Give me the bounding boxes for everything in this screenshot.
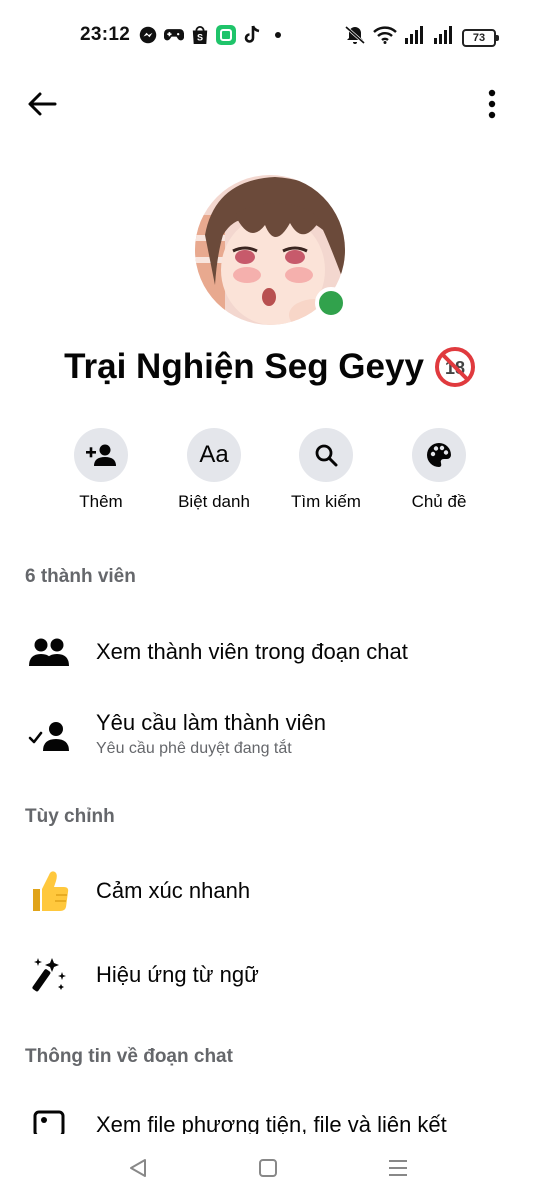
triangle-back-icon: [130, 1159, 146, 1177]
wifi-icon: [373, 26, 397, 49]
no-under-18-icon: 18: [434, 346, 476, 388]
menu-recents-icon: [389, 1160, 407, 1176]
section-title-customize: Tùy chỉnh: [25, 806, 115, 827]
more-vertical-icon: [488, 89, 496, 119]
person-check-icon: [26, 713, 72, 759]
group-name-row: Trại Nghiện Seg Geyy 18: [0, 346, 540, 388]
theme-button[interactable]: Chủ đề: [379, 428, 499, 512]
image-icon: [26, 1108, 72, 1134]
action-label: Biệt danh: [178, 492, 250, 511]
view-members-row[interactable]: Xem thành viên trong đoạn chat: [0, 626, 540, 678]
add-person-icon: [86, 444, 116, 466]
shopee-icon: S: [190, 25, 210, 45]
messenger-icon: [138, 25, 158, 45]
signal-icon: [404, 26, 426, 49]
group-avatar-container[interactable]: [195, 175, 347, 325]
member-requests-row[interactable]: Yêu cầu làm thành viên Yêu cầu phê duyệt…: [0, 706, 540, 766]
battery-icon: 73: [462, 28, 499, 47]
online-status-dot: [315, 287, 347, 319]
action-label: Thêm: [79, 492, 123, 511]
nav-recents-button[interactable]: [384, 1154, 412, 1182]
more-options-button[interactable]: [482, 86, 502, 122]
signal-icon: [433, 26, 455, 49]
nav-back-button[interactable]: [124, 1154, 152, 1182]
system-nav-bar: [0, 1134, 540, 1200]
thumbs-up-icon: [26, 868, 72, 914]
row-title: Xem file phương tiện, file và liên kết: [96, 1112, 447, 1134]
row-title: Xem thành viên trong đoạn chat: [96, 639, 408, 664]
quick-reaction-row[interactable]: Cảm xúc nhanh: [0, 864, 540, 918]
mute-icon: [344, 25, 366, 50]
arrow-left-icon: [28, 92, 57, 116]
palette-icon: [427, 443, 451, 467]
nav-home-button[interactable]: [254, 1154, 282, 1182]
word-effects-row[interactable]: Hiệu ứng từ ngữ: [0, 948, 540, 1002]
green-app-icon: [216, 25, 236, 45]
game-controller-icon: [164, 25, 184, 45]
svg-text:S: S: [197, 32, 203, 42]
battery-level: 73: [472, 31, 486, 44]
row-title: Hiệu ứng từ ngữ: [96, 962, 259, 987]
action-label: Chủ đề: [411, 492, 467, 511]
view-media-row[interactable]: Xem file phương tiện, file và liên kết: [0, 1108, 540, 1134]
tiktok-icon: [242, 25, 262, 45]
square-home-icon: [259, 1159, 277, 1177]
dot-icon: [268, 25, 288, 45]
action-label: Tìm kiếm: [291, 492, 361, 511]
search-button[interactable]: Tìm kiếm: [266, 428, 386, 512]
row-title: Yêu cầu làm thành viên: [96, 710, 326, 735]
group-name: Trại Nghiện Seg Geyy: [64, 347, 424, 386]
status-time: 23:12: [80, 24, 131, 45]
status-right-icons: 73: [344, 25, 499, 50]
row-subtitle: Yêu cầu phê duyệt đang tắt: [96, 740, 292, 757]
magic-wand-icon: [26, 952, 72, 998]
back-button[interactable]: [24, 86, 60, 122]
people-icon: [26, 629, 72, 675]
notification-icons: S: [138, 25, 288, 45]
row-title: Cảm xúc nhanh: [96, 878, 251, 903]
nickname-button[interactable]: Aa Biệt danh: [154, 428, 274, 512]
search-icon: [315, 444, 338, 467]
section-title-members: 6 thành viên: [25, 566, 136, 587]
add-member-button[interactable]: Thêm: [41, 428, 161, 512]
text-aa-icon: Aa: [199, 441, 229, 468]
section-title-chat-info: Thông tin về đoạn chat: [25, 1046, 233, 1067]
status-bar: 23:12 S 73: [0, 0, 540, 72]
